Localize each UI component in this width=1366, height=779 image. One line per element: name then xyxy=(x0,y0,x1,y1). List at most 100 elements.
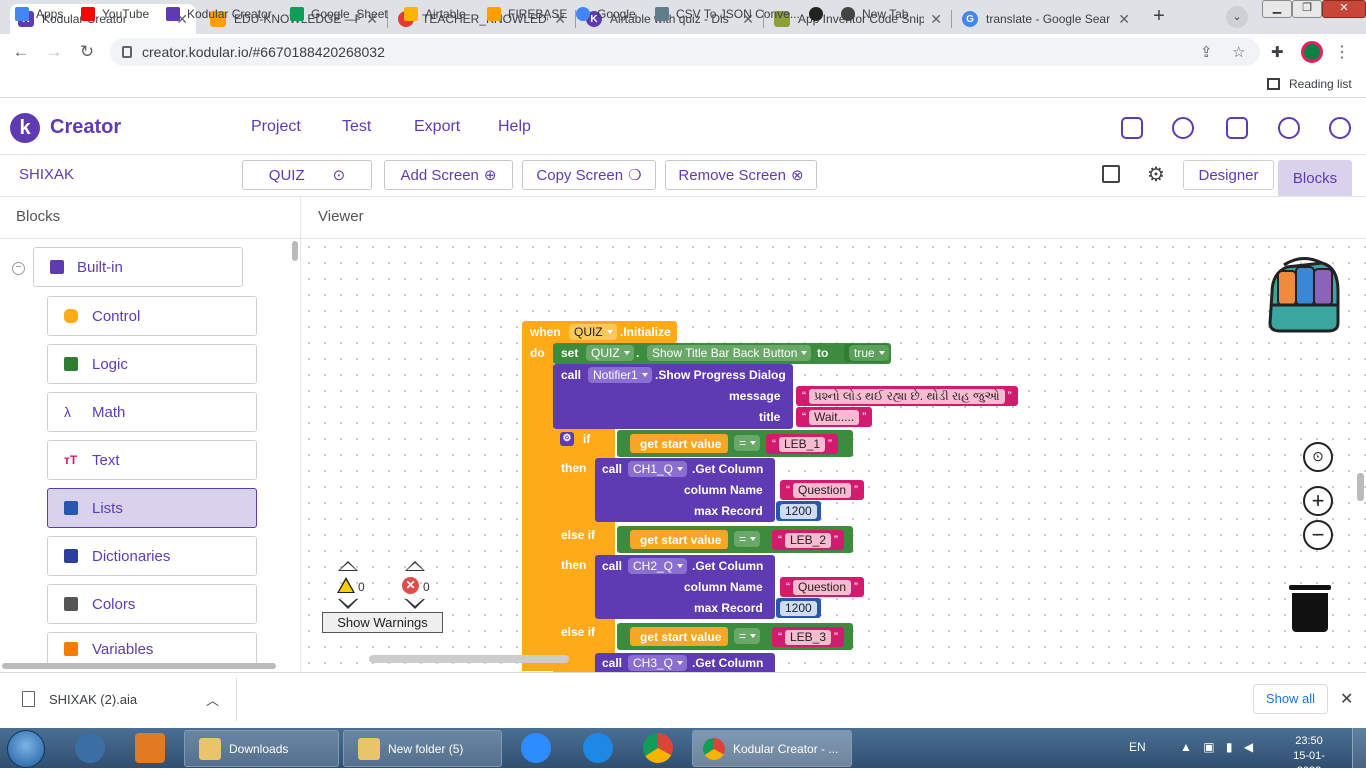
tab-translate-google[interactable]: G translate - Google Sear ✕ xyxy=(954,4,1138,34)
error-next-arrow-icon[interactable] xyxy=(405,599,425,609)
message-text[interactable]: પ્રશ્નો લોડ થઈ રહ્યા છે. થોડી રાહ જુઓ xyxy=(809,389,1005,404)
chrome-icon[interactable] xyxy=(643,733,673,763)
warning-prev-arrow-icon[interactable] xyxy=(338,561,358,571)
leb1-string-block[interactable]: “LEB_1” xyxy=(766,434,839,454)
back-arrow-icon[interactable]: ← xyxy=(11,42,31,62)
start-button[interactable] xyxy=(7,730,45,768)
max-record-number-block[interactable]: 1200 xyxy=(776,598,821,618)
taskbar-kodular-creator[interactable]: Kodular Creator - ... xyxy=(692,730,852,767)
equals-dropdown[interactable]: = xyxy=(734,628,761,644)
add-screen-button[interactable]: Add Screen ⊕ xyxy=(384,160,513,190)
gallery-palette-icon[interactable] xyxy=(1172,117,1194,139)
equals-dropdown[interactable]: = xyxy=(734,531,761,547)
video-player-icon[interactable] xyxy=(135,733,165,763)
component-dropdown[interactable]: QUIZ xyxy=(569,324,617,340)
category-logic[interactable]: Logic xyxy=(47,344,257,384)
bookmark-firebase[interactable]: FIREBASE xyxy=(487,6,567,22)
leb3-string-block[interactable]: “LEB_3” xyxy=(772,627,845,647)
bookmark-google[interactable]: Google xyxy=(576,6,636,22)
account-icon[interactable] xyxy=(1329,117,1351,139)
leb2-string-block[interactable]: “LEB_2” xyxy=(772,530,845,550)
screen-select-dropdown[interactable]: QUIZ ⊙ xyxy=(242,160,372,190)
profile-avatar[interactable] xyxy=(1301,41,1323,63)
close-window-button[interactable]: ✕ xyxy=(1322,0,1366,18)
clock[interactable]: 23:50 15-01-2022 xyxy=(1284,734,1334,779)
error-prev-arrow-icon[interactable] xyxy=(405,561,425,571)
max-record-number-block[interactable]: 1200 xyxy=(776,501,821,521)
bookmark-kodular[interactable]: Kodular Creator xyxy=(166,6,272,22)
ch3-dropdown[interactable]: CH3_Q xyxy=(628,655,688,671)
bookmark-youtube[interactable]: YouTube xyxy=(81,6,149,22)
kodular-logo-icon[interactable]: k xyxy=(10,113,40,143)
category-control[interactable]: Control xyxy=(47,296,257,336)
projects-folder-icon[interactable] xyxy=(1121,117,1143,139)
more-menu-icon[interactable]: ⋮ xyxy=(1334,42,1350,62)
category-dictionaries[interactable]: Dictionaries xyxy=(47,536,257,576)
internet-explorer-icon[interactable] xyxy=(583,733,613,763)
warning-next-arrow-icon[interactable] xyxy=(338,599,358,609)
backpack-icon[interactable] xyxy=(1262,253,1344,335)
zoom-app-icon[interactable] xyxy=(521,733,551,763)
workspace-horizontal-scrollbar[interactable] xyxy=(369,655,569,663)
column-name-string-block[interactable]: “Question” xyxy=(780,480,865,500)
bookmark-csv-to-json[interactable]: CSV To JSON Conve... xyxy=(655,6,800,22)
menu-help[interactable]: Help xyxy=(498,118,531,136)
designer-button[interactable]: Designer xyxy=(1183,160,1274,190)
gear-icon[interactable]: ⚙ xyxy=(1147,162,1165,187)
column-name-string-block[interactable]: “Question” xyxy=(780,577,865,597)
close-icon[interactable]: ✕ xyxy=(930,11,942,28)
show-warnings-button[interactable]: Show Warnings xyxy=(322,612,443,633)
trash-icon[interactable] xyxy=(1289,585,1331,632)
forward-arrow-icon[interactable]: → xyxy=(44,42,64,62)
boolean-dropdown[interactable]: true xyxy=(849,345,889,361)
close-icon[interactable]: ✕ xyxy=(1340,689,1353,709)
tab-search-chevron-icon[interactable]: ⌄ xyxy=(1226,6,1248,28)
maximize-window-button[interactable]: ❐ xyxy=(1292,0,1322,18)
message-string-block[interactable]: “પ્રશ્નો લોડ થઈ રહ્યા છે. થોડી રાહ જુઓ” xyxy=(796,386,1018,406)
category-lists[interactable]: Lists xyxy=(47,488,257,528)
language-indicator[interactable]: EN xyxy=(1129,740,1146,754)
ch2-dropdown[interactable]: CH2_Q xyxy=(628,558,688,574)
equals-dropdown[interactable]: = xyxy=(734,435,761,451)
show-all-button[interactable]: Show all xyxy=(1253,684,1328,714)
column-name-text[interactable]: Question xyxy=(793,580,852,595)
system-tray-icons[interactable]: ▲ ▣ ▮ ◀ xyxy=(1180,740,1257,754)
menu-project[interactable]: Project xyxy=(251,118,301,136)
bookmark-new-tab[interactable]: New Tab xyxy=(841,6,908,22)
blocks-horizontal-scrollbar[interactable] xyxy=(2,663,276,669)
category-math[interactable]: λ Math xyxy=(47,392,257,432)
category-colors[interactable]: Colors xyxy=(47,584,257,624)
bookmark-globe[interactable] xyxy=(809,6,830,22)
download-filename[interactable]: SHIXAK (2).aia xyxy=(49,692,137,707)
reading-list-button[interactable]: Reading list xyxy=(1267,77,1352,91)
docs-list-icon[interactable] xyxy=(1226,117,1248,139)
minimize-window-button[interactable]: ▁ xyxy=(1262,0,1292,18)
bookmark-star-icon[interactable]: ☆ xyxy=(1232,43,1245,61)
title-string-block[interactable]: “Wait.....” xyxy=(796,407,873,427)
dollar-icon[interactable] xyxy=(1278,117,1300,139)
recenter-target-icon[interactable]: ⊙ xyxy=(1303,442,1333,472)
reload-icon[interactable]: ↻ xyxy=(77,42,97,62)
title-text[interactable]: Wait..... xyxy=(809,410,860,425)
remove-screen-button[interactable]: Remove Screen ⊗ xyxy=(665,160,817,190)
show-desktop-button[interactable] xyxy=(1352,728,1366,768)
taskbar-downloads[interactable]: Downloads xyxy=(184,730,339,767)
share-icon[interactable]: ⇪ xyxy=(1200,43,1213,61)
new-tab-button[interactable]: + xyxy=(1147,5,1171,29)
media-player-icon[interactable] xyxy=(75,733,105,763)
menu-export[interactable]: Export xyxy=(414,118,460,136)
leb1-text[interactable]: LEB_1 xyxy=(779,437,826,452)
menu-test[interactable]: Test xyxy=(342,118,371,136)
max-record-value[interactable]: 1200 xyxy=(780,601,817,616)
notifier-dropdown[interactable]: Notifier1 xyxy=(588,367,652,383)
property-dropdown[interactable]: Show Title Bar Back Button xyxy=(647,345,812,361)
get-start-value-block[interactable]: get start value xyxy=(630,530,728,549)
bookmark-google-sheet[interactable]: Google_Sheet xyxy=(290,6,388,22)
builtin-category[interactable]: Built-in xyxy=(33,247,243,287)
collapse-toggle-icon[interactable]: − xyxy=(12,262,25,275)
max-record-value[interactable]: 1200 xyxy=(780,504,817,519)
mutator-gear-icon[interactable]: ⚙ xyxy=(560,432,574,446)
zoom-out-icon[interactable]: − xyxy=(1303,520,1333,550)
set-component-dropdown[interactable]: QUIZ xyxy=(586,345,634,361)
workspace-vertical-scrollbar[interactable] xyxy=(1357,473,1364,501)
